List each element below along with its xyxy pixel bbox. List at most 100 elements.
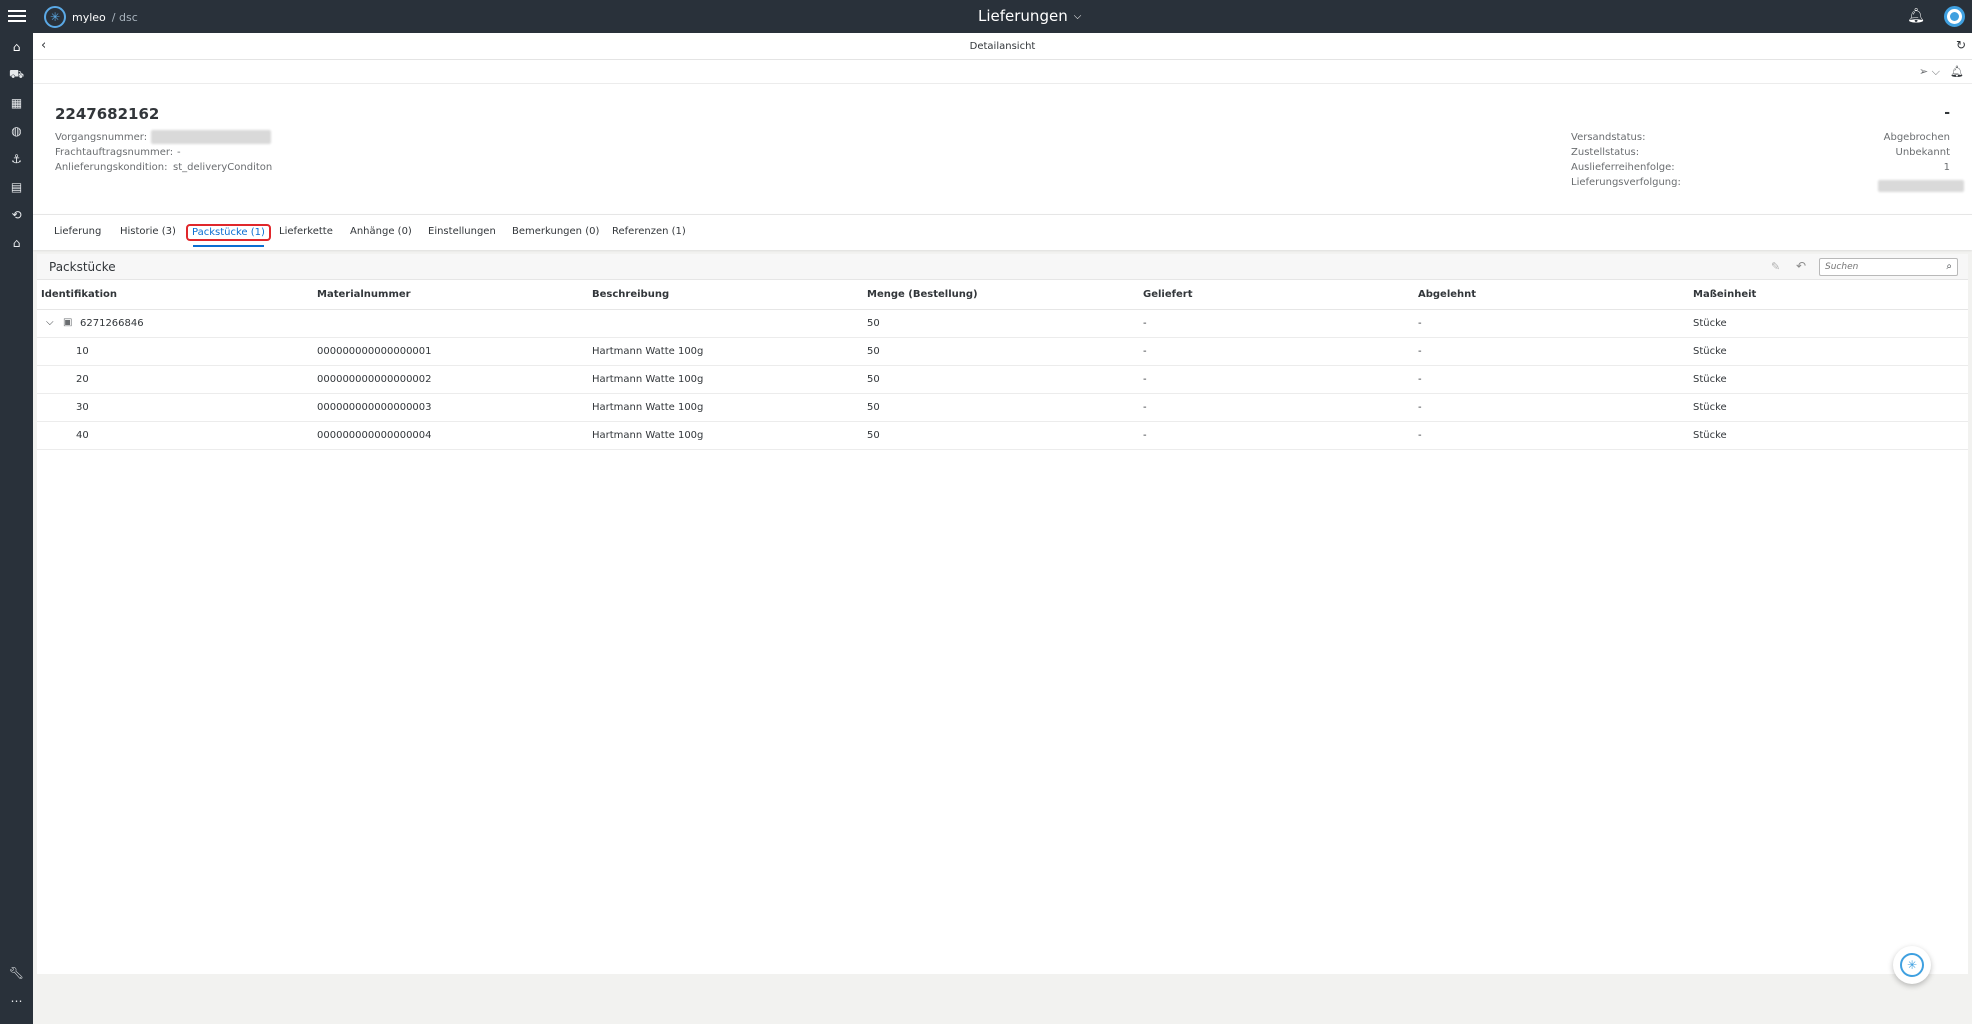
calendar-icon[interactable]: ▤ (7, 177, 26, 196)
field-label-auslieferreihenfolge: Auslieferreihenfolge: (1571, 162, 1675, 173)
refresh-icon[interactable]: ↻ (1956, 38, 1966, 52)
brand-sub: / dsc (111, 10, 138, 24)
column-header[interactable]: Geliefert (1143, 289, 1192, 300)
dashboard-icon[interactable]: ▦ (7, 93, 26, 112)
cell-menge: 50 (867, 374, 880, 385)
table-row[interactable]: 40 000000000000000004 Hartmann Watte 100… (37, 422, 1968, 450)
cell-einheit: Stücke (1693, 402, 1727, 413)
tab-lieferkette[interactable]: Lieferkette (274, 224, 338, 239)
cell-menge: 50 (867, 430, 880, 441)
field-label-frachtauftragsnummer: Frachtauftragsnummer: (55, 147, 174, 158)
anchor-icon[interactable]: ⚓︎ (7, 149, 26, 168)
cell-geliefert: - (1143, 318, 1147, 329)
brand-name: myleo (72, 10, 106, 24)
search-icon[interactable]: ⌕ (1946, 261, 1952, 272)
cell-material: 000000000000000001 (317, 346, 432, 357)
cell-einheit: Stücke (1693, 374, 1727, 385)
app-title-menu[interactable]: Lieferungen ⌵ (978, 7, 1081, 25)
field-label-zustellstatus: Zustellstatus: (1571, 147, 1640, 158)
search-input[interactable] (1820, 259, 1935, 275)
footer-area (33, 974, 1972, 1024)
search-field: ⌕ (1819, 258, 1958, 276)
cell-id: 20 (76, 374, 89, 385)
hamburger-menu-icon[interactable] (8, 7, 26, 25)
section-title: Packstücke (49, 260, 116, 274)
page-title: Detailansicht (969, 41, 1036, 52)
column-header[interactable]: Maßeinheit (1693, 289, 1756, 300)
group-id: 6271266846 (80, 318, 144, 329)
chevron-down-icon[interactable]: ⌵ (46, 317, 54, 328)
user-avatar[interactable] (1944, 6, 1965, 27)
cell-material: 000000000000000004 (317, 430, 432, 441)
warehouse-icon[interactable]: ⌂ (7, 233, 26, 252)
package-icon: ▣ (63, 317, 73, 328)
column-header[interactable]: Materialnummer (317, 289, 411, 300)
field-value-frachtauftragsnummer: - (177, 147, 181, 158)
column-header[interactable]: Abgelehnt (1418, 289, 1476, 300)
object-header: 2247682162 - Vorgangsnummer: Frachtauftr… (33, 84, 1972, 214)
edit-pencil-icon[interactable]: ✎ (1771, 260, 1780, 273)
column-header[interactable]: Identifikation (41, 289, 117, 300)
globe-icon[interactable]: ◍ (7, 121, 26, 140)
cell-abgelehnt: - (1418, 402, 1422, 413)
tab-lieferung[interactable]: Lieferung (49, 224, 106, 239)
tab-packstuecke[interactable]: Packstücke (1) (186, 224, 271, 247)
tab-bar: Lieferung Historie (3) Packstücke (1) Li… (33, 214, 1972, 250)
tab-historie[interactable]: Historie (3) (115, 224, 181, 239)
table-row[interactable]: 10 000000000000000001 Hartmann Watte 100… (37, 338, 1968, 366)
tab-einstellungen[interactable]: Einstellungen (423, 224, 501, 239)
cell-einheit: Stücke (1693, 318, 1727, 329)
wrench-icon[interactable]: 🔧︎ (7, 963, 26, 982)
cell-einheit: Stücke (1693, 430, 1727, 441)
app-title: Lieferungen (978, 7, 1068, 25)
cell-beschreibung: Hartmann Watte 100g (592, 430, 704, 441)
column-header[interactable]: Menge (Bestellung) (867, 289, 978, 300)
field-label-lieferungsverfolgung: Lieferungsverfolgung: (1571, 177, 1681, 188)
cell-id: 30 (76, 402, 89, 413)
undo-icon[interactable]: ↶ (1796, 259, 1806, 273)
tab-anhaenge[interactable]: Anhänge (0) (345, 224, 417, 239)
field-value-zustellstatus: Unbekannt (1895, 147, 1951, 158)
field-label-versandstatus: Versandstatus: (1571, 132, 1646, 143)
cell-beschreibung: Hartmann Watte 100g (592, 402, 704, 413)
packstuecke-section: Packstücke ✎ ↶ ⌕ Identifikation Material… (37, 254, 1968, 974)
assistant-button[interactable]: ✳ (1893, 946, 1931, 984)
field-label-vorgangsnummer: Vorgangsnummer: (55, 132, 148, 143)
field-value-auslieferreihenfolge: 1 (1943, 162, 1950, 173)
chevron-down-icon: ⌵ (1073, 10, 1082, 22)
shell-bar: ✳ myleo / dsc Lieferungen ⌵ 🔔︎ (0, 0, 1972, 33)
notification-bell-icon[interactable]: 🔔︎ (1907, 8, 1925, 26)
cell-einheit: Stücke (1693, 346, 1727, 357)
field-value-versandstatus: Abgebrochen (1883, 132, 1950, 143)
action-bar: ➢ ⌵ 🔔︎ (33, 60, 1972, 84)
home-icon[interactable]: ⌂ (7, 37, 26, 56)
bell-icon[interactable]: 🔔︎ (1950, 65, 1964, 78)
column-header[interactable]: Beschreibung (592, 289, 669, 300)
field-value-anlieferungskondition: st_deliveryConditon (173, 162, 273, 173)
field-label-anlieferungskondition: Anlieferungskondition: (55, 162, 168, 173)
cell-geliefert: - (1143, 346, 1147, 357)
redacted-value (151, 130, 271, 144)
cell-abgelehnt: - (1418, 346, 1422, 357)
redacted-value (1878, 180, 1964, 192)
cell-geliefert: - (1143, 374, 1147, 385)
cell-menge: 50 (867, 402, 880, 413)
table-group-row[interactable]: ⌵ ▣ 6271266846 50 - - Stücke (37, 310, 1968, 338)
document-sync-icon[interactable]: ⟲ (7, 205, 26, 224)
truck-off-icon[interactable]: ⛟ (7, 65, 26, 84)
brand[interactable]: ✳ myleo / dsc (44, 6, 138, 28)
cell-abgelehnt: - (1418, 374, 1422, 385)
table-row[interactable]: 30 000000000000000003 Hartmann Watte 100… (37, 394, 1968, 422)
snowflake-icon: ✳ (44, 6, 66, 28)
cell-abgelehnt: - (1418, 430, 1422, 441)
cell-beschreibung: Hartmann Watte 100g (592, 346, 704, 357)
table-row[interactable]: 20 000000000000000002 Hartmann Watte 100… (37, 366, 1968, 394)
cell-material: 000000000000000002 (317, 374, 432, 385)
more-icon[interactable]: ⋯ (7, 991, 26, 1010)
tab-bemerkungen[interactable]: Bemerkungen (0) (507, 224, 604, 239)
table-header: Identifikation Materialnummer Beschreibu… (37, 280, 1968, 310)
cell-menge: 50 (867, 346, 880, 357)
tab-referenzen[interactable]: Referenzen (1) (607, 224, 691, 239)
snowflake-icon: ✳ (1900, 953, 1924, 977)
send-menu-icon[interactable]: ➢ ⌵ (1919, 65, 1940, 79)
